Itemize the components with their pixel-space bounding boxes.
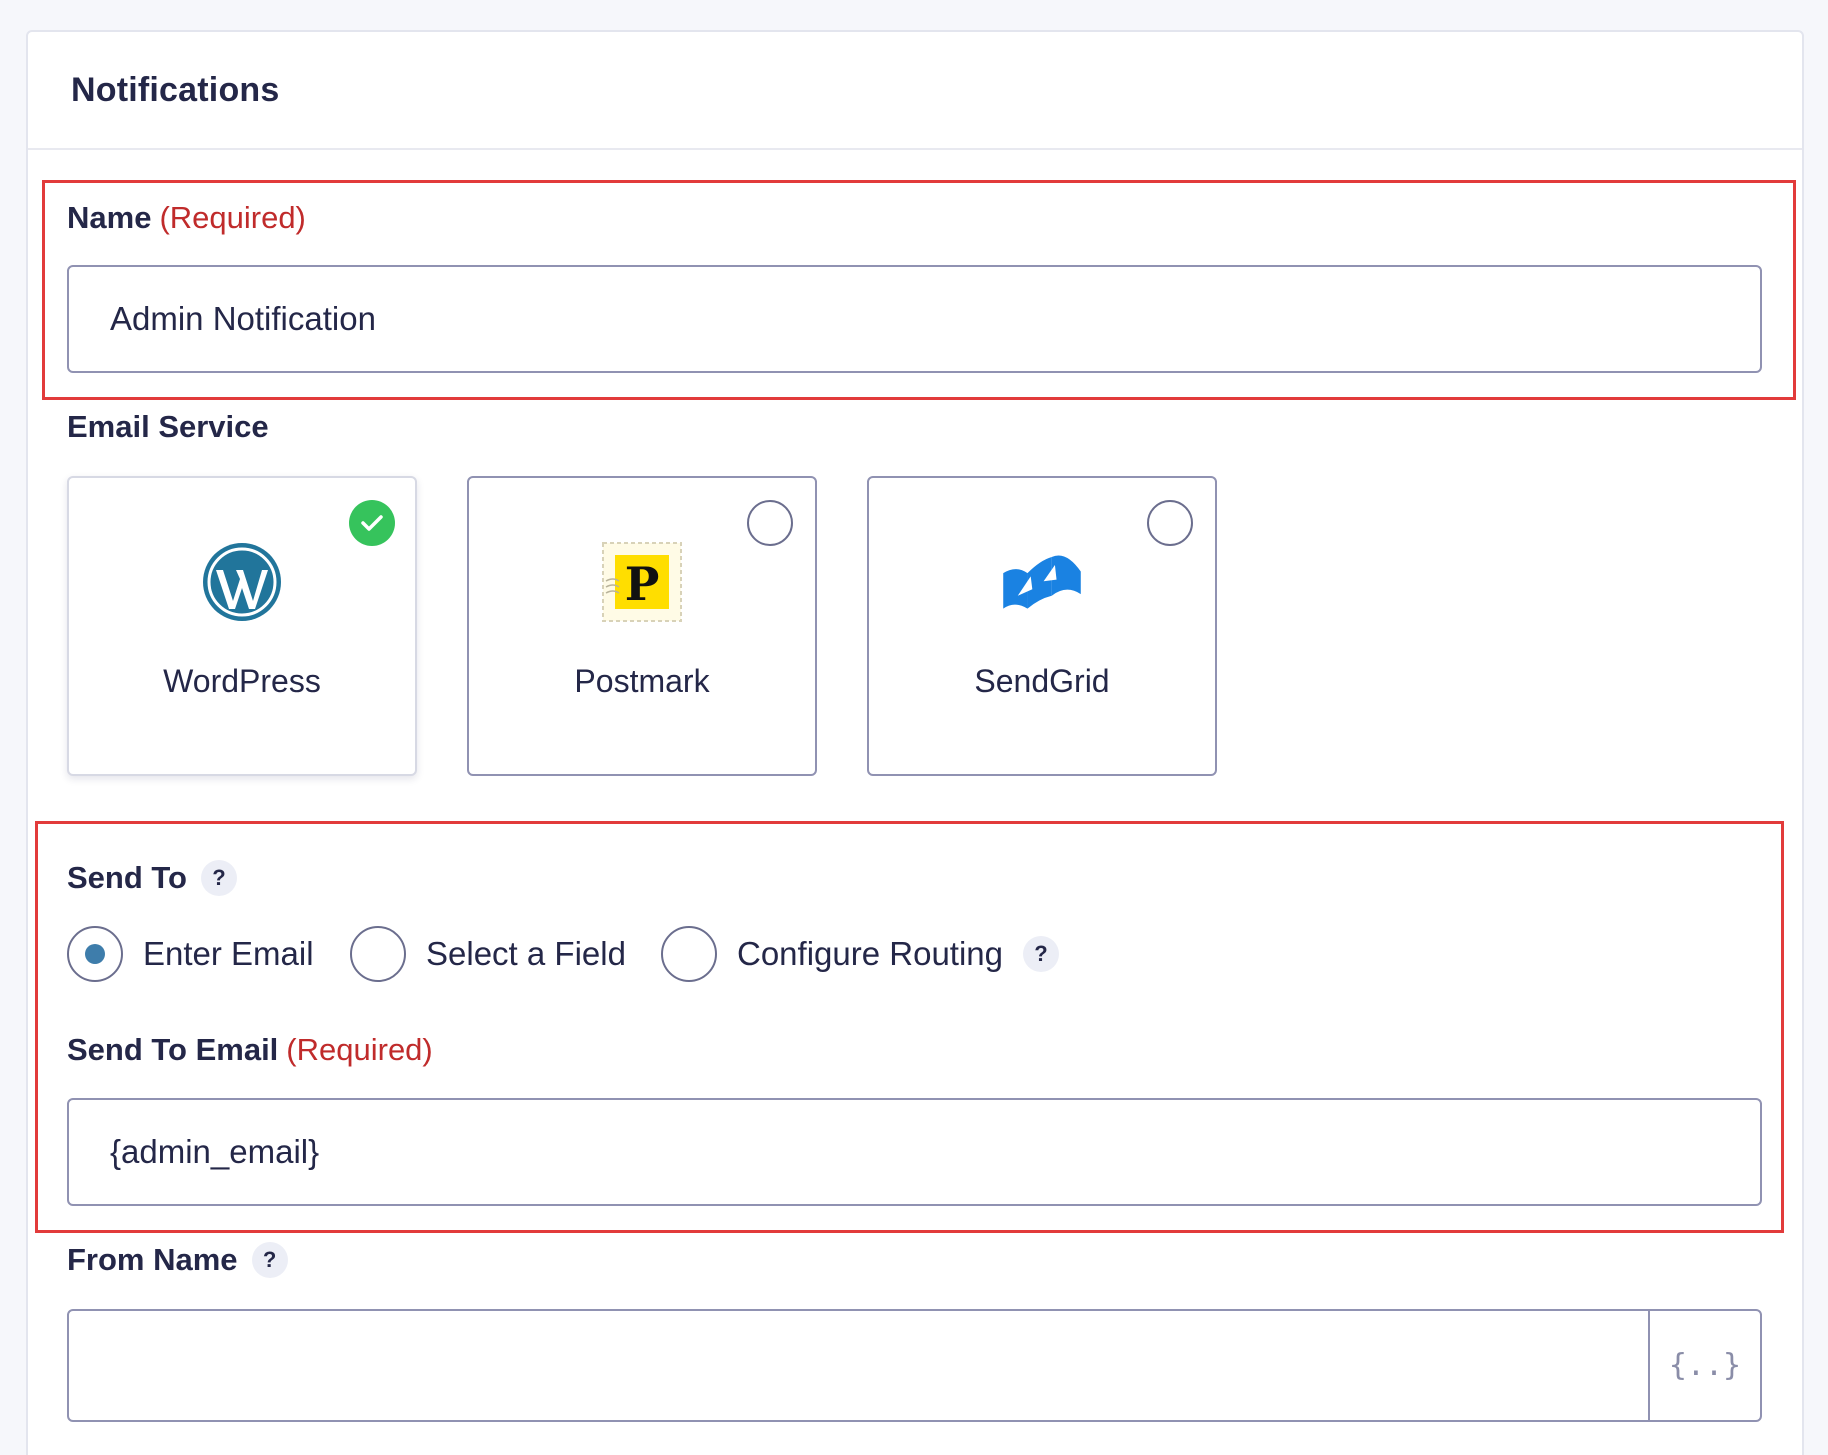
wordpress-logo-icon bbox=[200, 540, 284, 624]
highlight-box-send-to bbox=[35, 821, 1784, 1233]
merge-tag-icon: {..} bbox=[1668, 1348, 1742, 1383]
highlight-box-name bbox=[42, 180, 1796, 400]
from-name-label: From Name ? bbox=[67, 1242, 288, 1278]
service-name-wordpress: WordPress bbox=[163, 663, 321, 699]
panel-title: Notifications bbox=[71, 70, 280, 109]
service-name-sendgrid: SendGrid bbox=[974, 663, 1110, 699]
from-name-label-text: From Name bbox=[67, 1242, 238, 1277]
service-name-postmark: Postmark bbox=[574, 663, 710, 699]
service-card-sendgrid[interactable]: SendGrid bbox=[867, 476, 1217, 776]
help-icon[interactable]: ? bbox=[251, 1242, 288, 1278]
email-service-label-text: Email Service bbox=[67, 409, 269, 444]
radio-circle-icon bbox=[747, 500, 793, 546]
sendgrid-logo-icon bbox=[1000, 540, 1084, 624]
service-card-postmark[interactable]: P Postmark bbox=[467, 476, 817, 776]
merge-tag-button[interactable]: {..} bbox=[1648, 1311, 1760, 1420]
svg-text:P: P bbox=[625, 557, 660, 611]
postmark-logo-icon: P bbox=[600, 540, 684, 624]
checkmark-icon bbox=[349, 500, 395, 546]
from-name-input[interactable]: {..} bbox=[67, 1309, 1762, 1422]
radio-circle-icon bbox=[1147, 500, 1193, 546]
panel-header: Notifications bbox=[28, 32, 1802, 150]
email-service-label: Email Service bbox=[67, 409, 269, 445]
service-card-wordpress[interactable]: WordPress bbox=[67, 476, 417, 776]
